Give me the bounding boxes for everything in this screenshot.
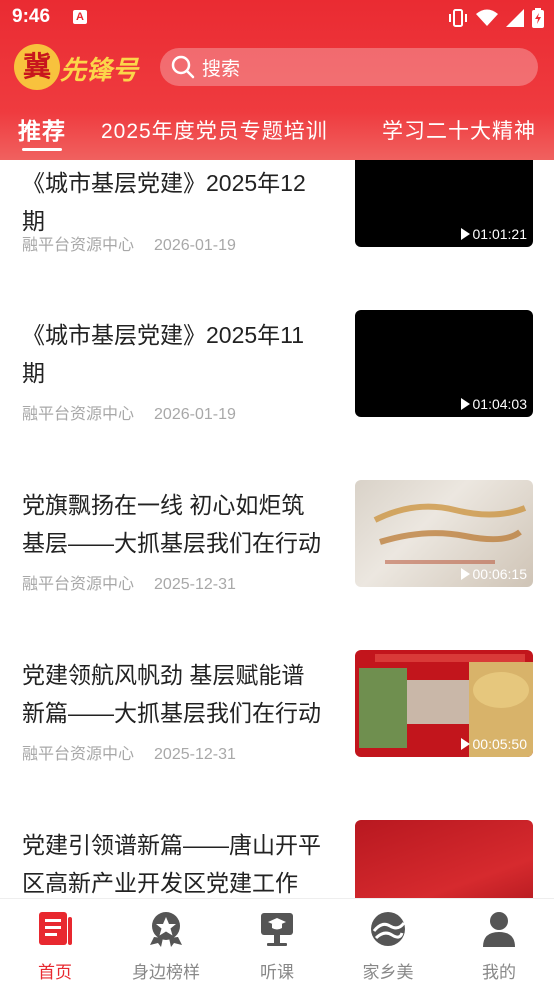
- duration-text: 01:01:21: [472, 226, 528, 242]
- item-title: 党建引领谱新篇——唐山开平区高新产业开发区党建工作: [22, 832, 321, 896]
- nav-label: 听课: [260, 963, 294, 982]
- app-logo: 冀 先锋号: [14, 44, 144, 92]
- battery-icon: [532, 8, 544, 28]
- tab-study-20th[interactable]: 学习二十大精神: [382, 115, 536, 145]
- item-title: 《城市基层党建》2025年12期: [22, 170, 306, 234]
- vibrate-icon: [449, 9, 467, 27]
- user-icon: [483, 912, 515, 947]
- video-list: 《城市基层党建》2025年12期 融平台资源中心 2026-01-19 01:01…: [0, 160, 554, 898]
- status-icons: [448, 8, 544, 28]
- play-icon: [460, 228, 470, 240]
- nav-label: 身边榜样: [132, 963, 200, 982]
- app-header: 9:46 A 冀 先锋号 搜索 推荐 2025年度党员专题培训 学习二十大精神: [0, 0, 554, 160]
- item-meta: 融平台资源中心 2025-12-31: [22, 740, 236, 764]
- search-placeholder: 搜索: [202, 58, 241, 80]
- list-item[interactable]: 党旗飘扬在一线 初心如炬筑基层——大抓基层我们在行动 融平台资源中心 2025-1…: [0, 470, 554, 640]
- nav-home[interactable]: 首页: [0, 909, 110, 983]
- item-date: 2025-12-31: [154, 746, 236, 763]
- tab-indicator: [22, 148, 62, 151]
- duration-text: 01:04:03: [472, 396, 528, 412]
- duration-text: 00:06:15: [472, 566, 528, 582]
- item-meta: 融平台资源中心 2026-01-19: [22, 231, 236, 255]
- nav-label: 我的: [482, 963, 516, 982]
- video-thumbnail[interactable]: 00:06:15: [355, 480, 533, 587]
- category-tabs: 推荐 2025年度党员专题培训 学习二十大精神: [0, 108, 554, 156]
- home-doc-icon: [39, 912, 72, 945]
- star-badge-icon: [150, 912, 182, 947]
- item-meta: 融平台资源中心 2025-12-31: [22, 570, 236, 594]
- item-date: 2026-01-19: [154, 237, 236, 254]
- nav-label: 首页: [38, 963, 72, 982]
- wifi-icon: [476, 9, 498, 26]
- video-thumbnail[interactable]: 00:05:50: [355, 650, 533, 757]
- nav-profile[interactable]: 我的: [444, 909, 554, 983]
- play-icon: [460, 398, 470, 410]
- video-thumbnail[interactable]: 01:01:21: [355, 160, 533, 247]
- item-title: 党建领航风帆劲 基层赋能谱新篇——大抓基层我们在行动: [22, 662, 321, 726]
- item-source: 融平台资源中心: [22, 237, 135, 254]
- duration-text: 00:05:50: [472, 736, 528, 752]
- video-thumbnail[interactable]: 01:04:03: [355, 310, 533, 417]
- list-item[interactable]: 《城市基层党建》2025年12期 融平台资源中心 2026-01-19 01:01…: [0, 160, 554, 270]
- duration-badge: 00:05:50: [460, 736, 528, 752]
- landscape-icon: [371, 912, 406, 946]
- duration-badge: 01:04:03: [460, 396, 528, 412]
- status-time: 9:46: [12, 6, 51, 27]
- logo-text: 先锋号: [60, 56, 139, 86]
- notification-icon: A: [73, 10, 87, 24]
- search-icon: [171, 55, 195, 79]
- video-thumbnail[interactable]: [355, 820, 533, 898]
- item-source: 融平台资源中心: [22, 746, 135, 763]
- item-title: 党旗飘扬在一线 初心如炬筑基层——大抓基层我们在行动: [22, 492, 321, 556]
- item-date: 2025-12-31: [154, 576, 236, 593]
- signal-icon: [506, 9, 524, 27]
- nav-label: 家乡美: [362, 963, 414, 982]
- play-icon: [460, 568, 470, 580]
- item-title: 《城市基层党建》2025年11期: [22, 322, 305, 386]
- item-meta: 融平台资源中心 2026-01-19: [22, 400, 236, 424]
- status-bar: 9:46 A: [0, 0, 554, 36]
- bottom-navigation: 首页 身边榜样 听课 家乡美 我的: [0, 898, 554, 985]
- duration-badge: 00:06:15: [460, 566, 528, 582]
- item-source: 融平台资源中心: [22, 576, 135, 593]
- duration-badge: 01:01:21: [460, 226, 528, 242]
- nav-hometown[interactable]: 家乡美: [333, 909, 443, 983]
- nav-courses[interactable]: 听课: [222, 909, 332, 983]
- nav-role-models[interactable]: 身边榜样: [111, 909, 221, 983]
- tab-2025-training[interactable]: 2025年度党员专题培训: [101, 115, 328, 145]
- logo-emblem: 冀: [14, 44, 60, 90]
- item-date: 2026-01-19: [154, 406, 236, 423]
- podium-icon: [261, 913, 293, 946]
- item-source: 融平台资源中心: [22, 406, 135, 423]
- list-item[interactable]: 《城市基层党建》2025年11期 融平台资源中心 2026-01-19 01:04…: [0, 300, 554, 470]
- tab-recommend[interactable]: 推荐: [18, 112, 66, 146]
- list-item[interactable]: 党建领航风帆劲 基层赋能谱新篇——大抓基层我们在行动 融平台资源中心 2025-1…: [0, 640, 554, 810]
- search-bar[interactable]: 搜索: [160, 48, 538, 86]
- play-icon: [460, 738, 470, 750]
- list-item[interactable]: 党建引领谱新篇——唐山开平区高新产业开发区党建工作: [0, 810, 554, 898]
